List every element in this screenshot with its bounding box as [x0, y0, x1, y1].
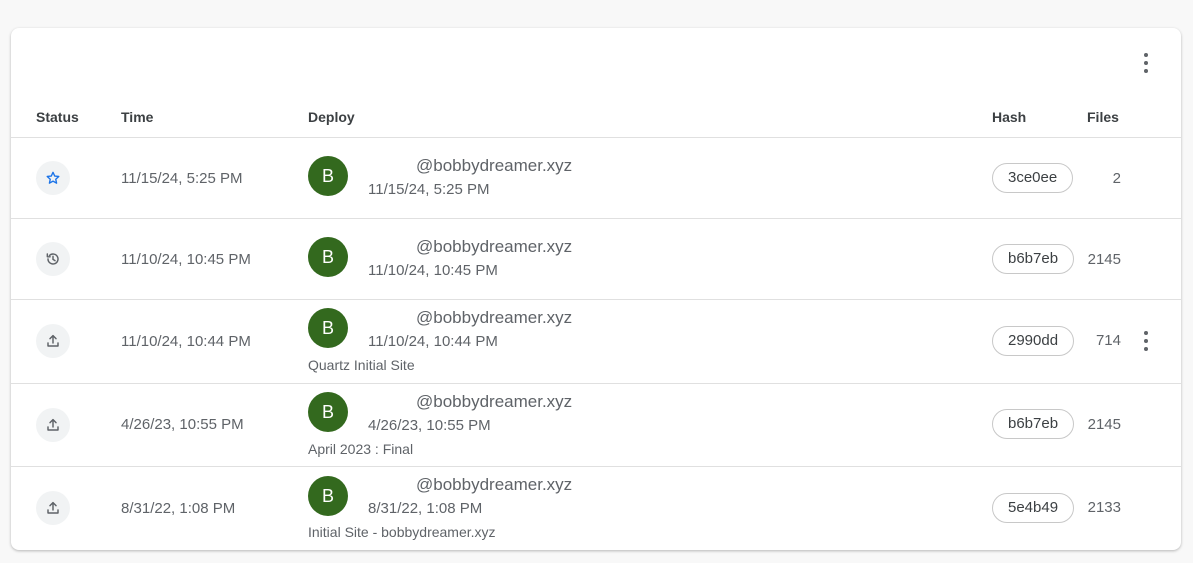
deploy-time: 4/26/23, 10:55 PM: [121, 416, 244, 433]
deploy-message: Quartz Initial Site: [308, 357, 415, 373]
table-row[interactable]: 11/10/24, 10:45 PM B @bobbydreamer.xyz 1…: [11, 219, 1181, 300]
deploy-user: @bobbydreamer.xyz: [416, 475, 573, 494]
hash-chip[interactable]: 2990dd: [992, 326, 1075, 356]
hash-chip[interactable]: 3ce0ee: [992, 163, 1074, 193]
files-count: 2133: [1087, 499, 1121, 516]
deploy-subtime: 11/10/24, 10:44 PM: [368, 333, 498, 350]
upload-icon: [36, 408, 70, 442]
avatar: B: [308, 392, 348, 432]
deploy-user: @bobbydreamer.xyz: [416, 392, 573, 411]
deploy-user: @bobbydreamer.xyz: [416, 237, 573, 256]
deploy-subtime: 4/26/23, 10:55 PM: [368, 417, 491, 434]
files-count: 2145: [1087, 416, 1121, 433]
avatar: B: [308, 156, 348, 196]
deploy-message: Initial Site - bobbydreamer.xyz: [308, 524, 496, 540]
avatar: B: [308, 308, 348, 348]
deploy-user: @bobbydreamer.xyz: [416, 308, 573, 327]
star-icon: [36, 161, 70, 195]
table-row[interactable]: 11/10/24, 10:44 PM B @bobbydreamer.xyz 1…: [11, 300, 1181, 384]
hash-chip[interactable]: b6b7eb: [992, 409, 1075, 439]
column-header-status: Status: [36, 109, 79, 125]
avatar: B: [308, 237, 348, 277]
deploy-time: 11/10/24, 10:44 PM: [121, 333, 251, 350]
deploy-time: 11/15/24, 5:25 PM: [121, 170, 243, 187]
column-header-time: Time: [121, 109, 154, 125]
upload-icon: [36, 491, 70, 525]
files-count: 714: [1095, 332, 1121, 349]
table-row[interactable]: 8/31/22, 1:08 PM B @bobbydreamer.xyz 8/3…: [11, 467, 1181, 550]
hash-chip[interactable]: 5e4b49: [992, 493, 1075, 523]
more-vert-icon: [1144, 53, 1148, 57]
deploy-time: 11/10/24, 10:45 PM: [121, 251, 251, 268]
table-row[interactable]: 11/15/24, 5:25 PM B @bobbydreamer.xyz 11…: [11, 138, 1181, 219]
deploy-history-card: Status Time Deploy Hash Files 11/15/24, …: [11, 28, 1181, 550]
more-options-button[interactable]: [1135, 50, 1157, 76]
upload-icon: [36, 324, 70, 358]
files-count: 2: [1112, 170, 1121, 187]
avatar: B: [308, 476, 348, 516]
deploy-subtime: 11/15/24, 5:25 PM: [368, 181, 490, 198]
table-row[interactable]: 4/26/23, 10:55 PM B @bobbydreamer.xyz 4/…: [11, 384, 1181, 467]
hash-chip[interactable]: b6b7eb: [992, 244, 1075, 274]
history-icon: [36, 242, 70, 276]
more-vert-icon: [1144, 331, 1148, 335]
column-header-hash: Hash: [992, 109, 1027, 125]
column-header-deploy: Deploy: [308, 109, 355, 125]
deploy-message: April 2023 : Final: [308, 441, 414, 457]
column-header-files: Files: [1087, 109, 1119, 125]
deploy-user: @bobbydreamer.xyz: [416, 156, 573, 175]
deploy-time: 8/31/22, 1:08 PM: [121, 500, 236, 517]
files-count: 2145: [1087, 251, 1121, 268]
deploy-subtime: 8/31/22, 1:08 PM: [368, 500, 483, 517]
row-more-options-button[interactable]: [1135, 328, 1157, 354]
deploy-subtime: 11/10/24, 10:45 PM: [368, 262, 498, 279]
table-header: Status Time Deploy Hash Files: [11, 106, 1181, 138]
